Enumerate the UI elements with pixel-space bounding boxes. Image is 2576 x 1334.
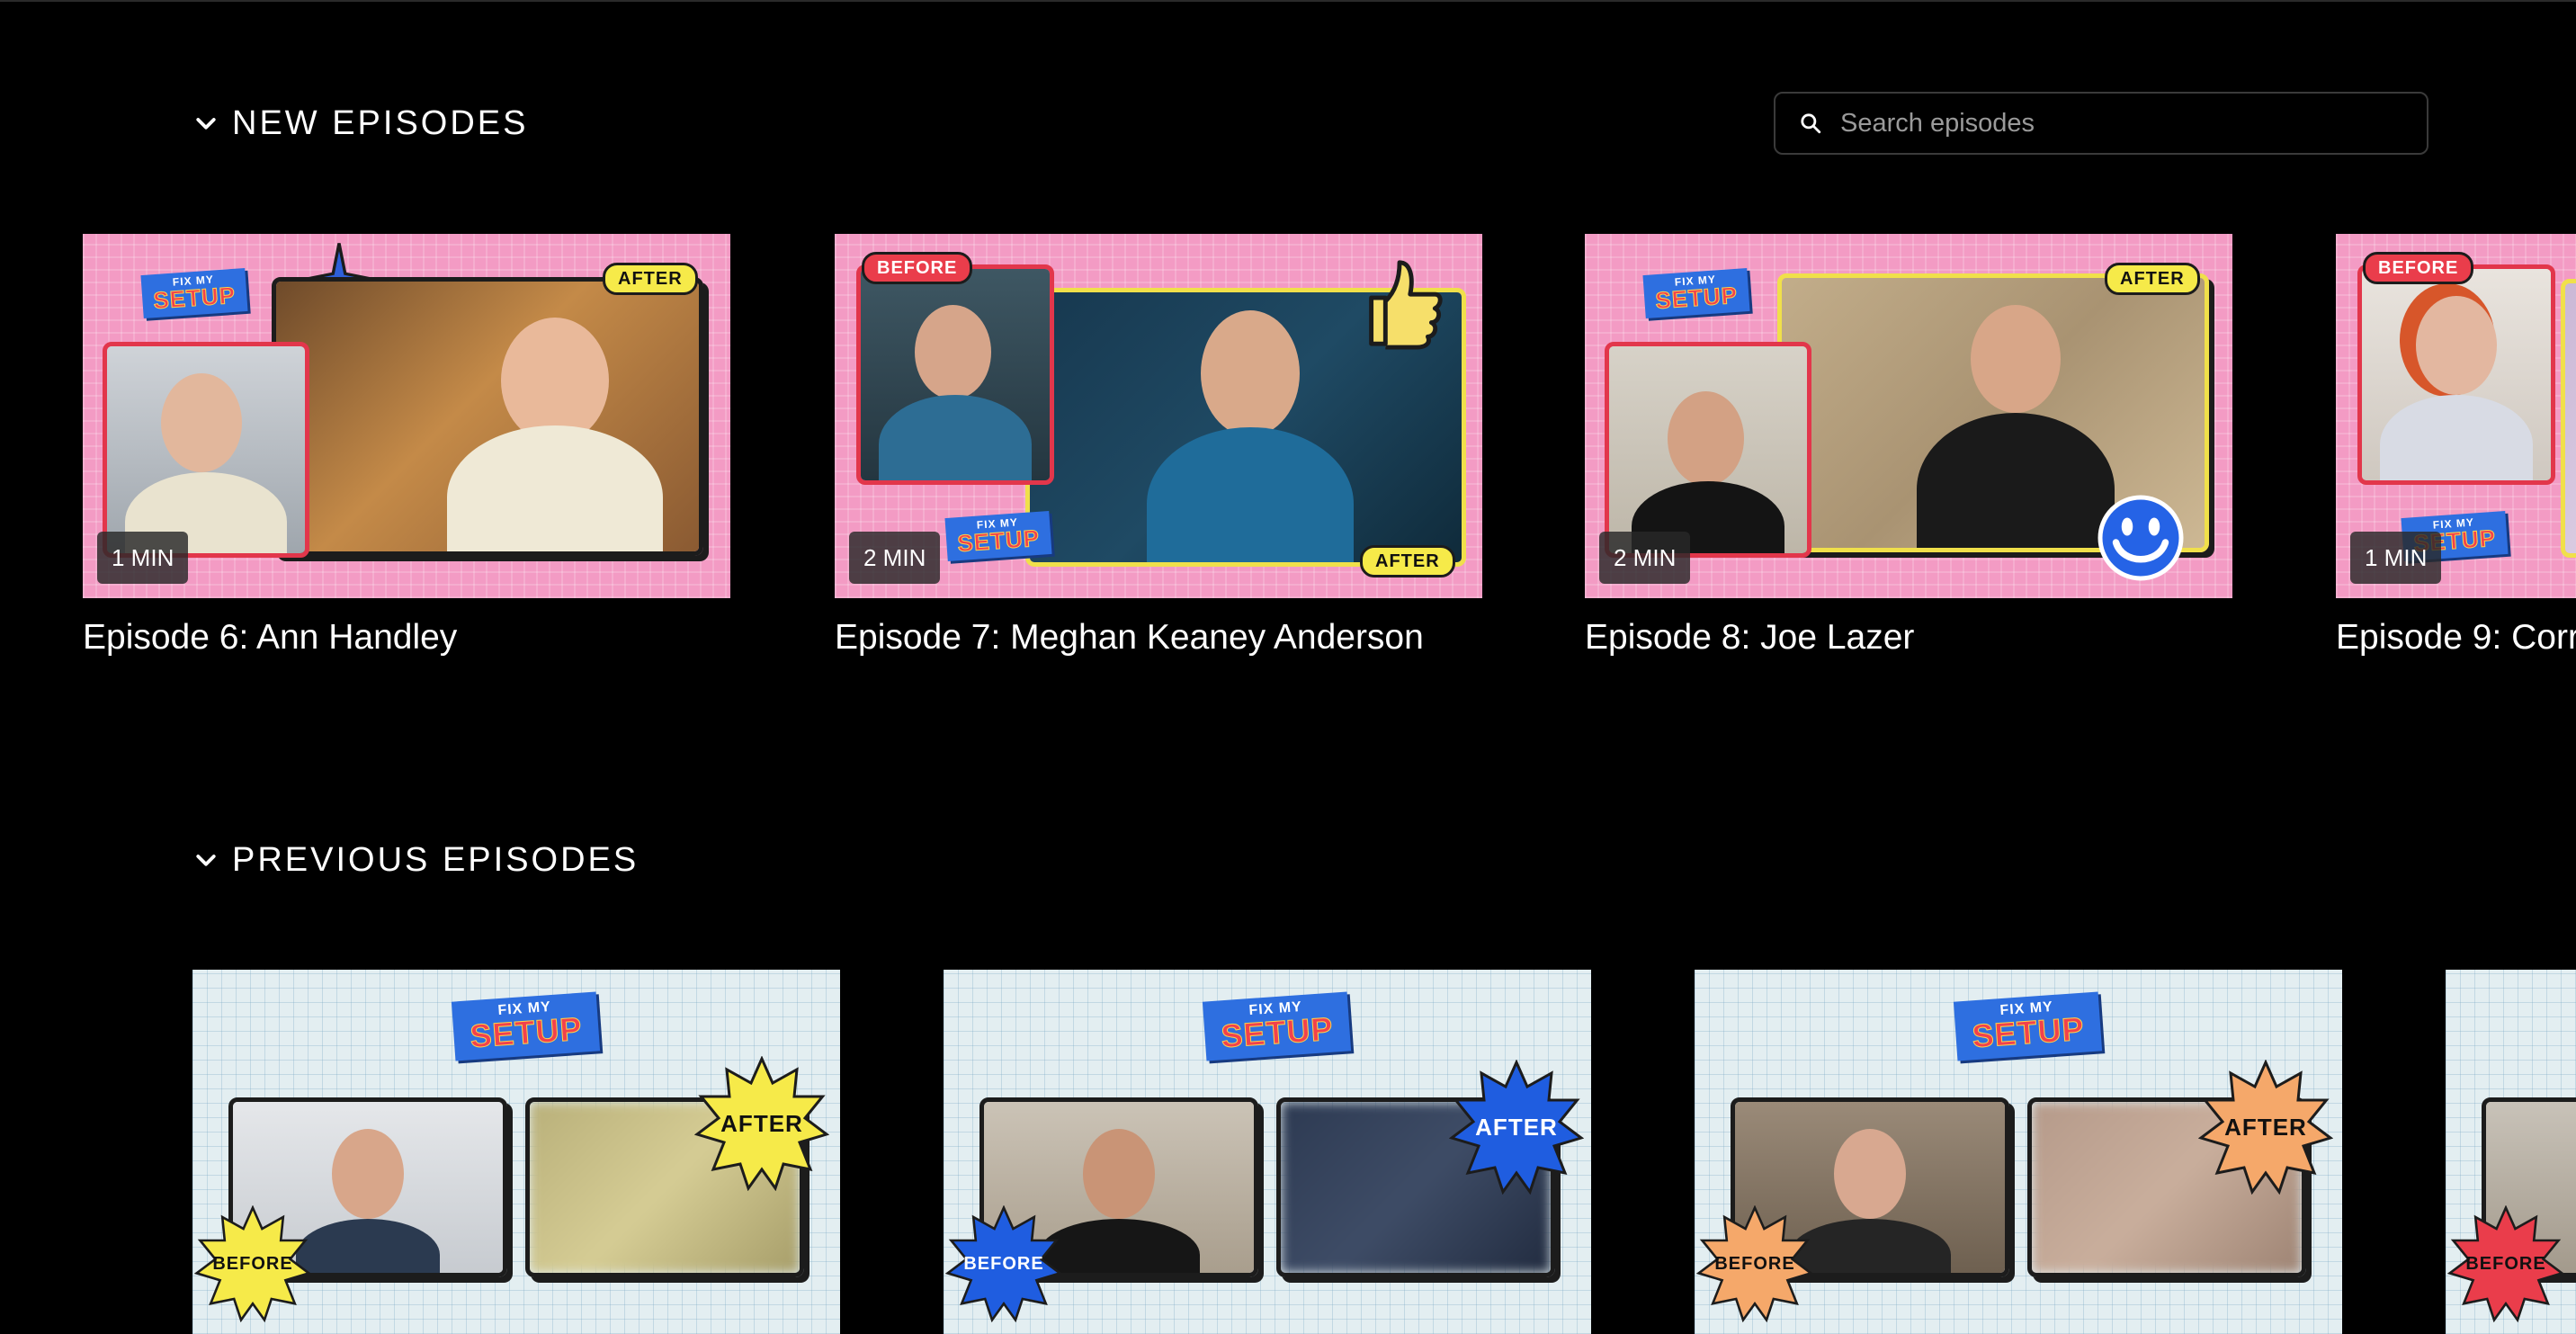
fix-my-setup-logo: FIX MY SETUP	[1202, 991, 1352, 1061]
after-video-frame	[2561, 279, 2576, 558]
episode-card[interactable]: BEFORE FIX MY SETUP AFTER 2 MIN Episode 7…	[835, 234, 1482, 658]
episode-thumbnail[interactable]: BEFORE	[2446, 970, 2576, 1334]
episode-thumbnail[interactable]: FIX MY SETUP AFTER 1 MIN	[83, 234, 730, 598]
episode-card[interactable]: FIX MY SETUP AFTER 1 MIN Episode 6: Ann H…	[83, 234, 730, 658]
after-burst: AFTER	[1449, 1060, 1584, 1195]
duration-badge: 1 MIN	[2350, 532, 2442, 584]
episode-title: Episode 7: Meghan Keaney Anderson	[835, 618, 1424, 657]
before-badge: BEFORE	[862, 252, 973, 284]
duration-badge: 2 MIN	[849, 532, 941, 584]
fix-my-setup-logo: FIX MY SETUP	[1642, 268, 1750, 318]
before-burst: BEFORE	[945, 1205, 1062, 1322]
episode-title: Episode 9: Corr	[2336, 618, 2576, 657]
top-divider	[0, 0, 2576, 2]
previous-episodes-toggle[interactable]: PREVIOUS EPISODES	[192, 841, 639, 880]
episode-card[interactable]: FIX MY SETUP AFTER 2 MIN Episode 8: Joe L…	[1585, 234, 2232, 658]
new-episodes-toggle[interactable]: NEW EPISODES	[192, 104, 529, 143]
previous-episode-card[interactable]: FIX MY SETUP AFTER BEFORE	[944, 970, 1591, 1334]
episode-title: Episode 6: Ann Handley	[83, 618, 458, 657]
fix-my-setup-logo: FIX MY SETUP	[451, 991, 601, 1061]
episode-thumbnail[interactable]: FIX MY SETUP AFTER BEFORE	[944, 970, 1591, 1334]
new-episodes-title: NEW EPISODES	[232, 104, 529, 142]
before-burst: BEFORE	[2447, 1205, 2564, 1322]
before-video-frame	[103, 342, 309, 558]
search-input[interactable]	[1838, 107, 2382, 139]
episode-thumbnail[interactable]: FIX MY SETUP AFTER BEFORE	[1695, 970, 2342, 1334]
after-badge: AFTER	[603, 263, 698, 295]
episode-thumbnail[interactable]: FIX MY SETUP AFTER 2 MIN	[1585, 234, 2232, 598]
episode-card[interactable]: BEFORE FIX MY SETUP 1 MIN Episode 9: Corr	[2336, 234, 2576, 658]
before-badge: BEFORE	[2363, 252, 2474, 284]
episode-thumbnail[interactable]: BEFORE FIX MY SETUP AFTER 2 MIN	[835, 234, 1482, 598]
after-badge: AFTER	[2105, 263, 2200, 295]
episode-thumbnail[interactable]: FIX MY SETUP AFTER BEFORE	[192, 970, 840, 1334]
previous-episode-card[interactable]: BEFORE	[2446, 970, 2576, 1334]
duration-badge: 1 MIN	[97, 532, 189, 584]
smiley-icon	[2097, 495, 2184, 581]
fix-my-setup-logo: FIX MY SETUP	[944, 511, 1052, 561]
episode-thumbnail[interactable]: BEFORE FIX MY SETUP 1 MIN	[2336, 234, 2576, 598]
chevron-down-icon	[196, 117, 216, 130]
before-video-frame	[1605, 342, 1811, 558]
previous-episodes-title: PREVIOUS EPISODES	[232, 841, 640, 879]
fix-my-setup-logo: FIX MY SETUP	[140, 268, 248, 318]
fix-my-setup-logo: FIX MY SETUP	[1953, 991, 2103, 1061]
previous-episode-card[interactable]: FIX MY SETUP AFTER BEFORE	[192, 970, 840, 1334]
before-burst: BEFORE	[1696, 1205, 1813, 1322]
before-burst: BEFORE	[194, 1205, 311, 1322]
thumbs-up-icon	[1369, 260, 1443, 350]
after-burst: AFTER	[694, 1056, 829, 1191]
episode-title: Episode 8: Joe Lazer	[1585, 618, 1915, 657]
duration-badge: 2 MIN	[1599, 532, 1691, 584]
search-icon	[1801, 113, 1821, 134]
before-video-frame	[2357, 264, 2555, 485]
chevron-down-icon	[196, 854, 216, 866]
after-badge: AFTER	[1360, 545, 1455, 577]
previous-episode-card[interactable]: FIX MY SETUP AFTER BEFORE	[1695, 970, 2342, 1334]
before-video-frame	[856, 264, 1054, 485]
search-box[interactable]	[1774, 92, 2428, 155]
after-burst: AFTER	[2198, 1060, 2333, 1195]
after-video-frame	[272, 277, 703, 556]
